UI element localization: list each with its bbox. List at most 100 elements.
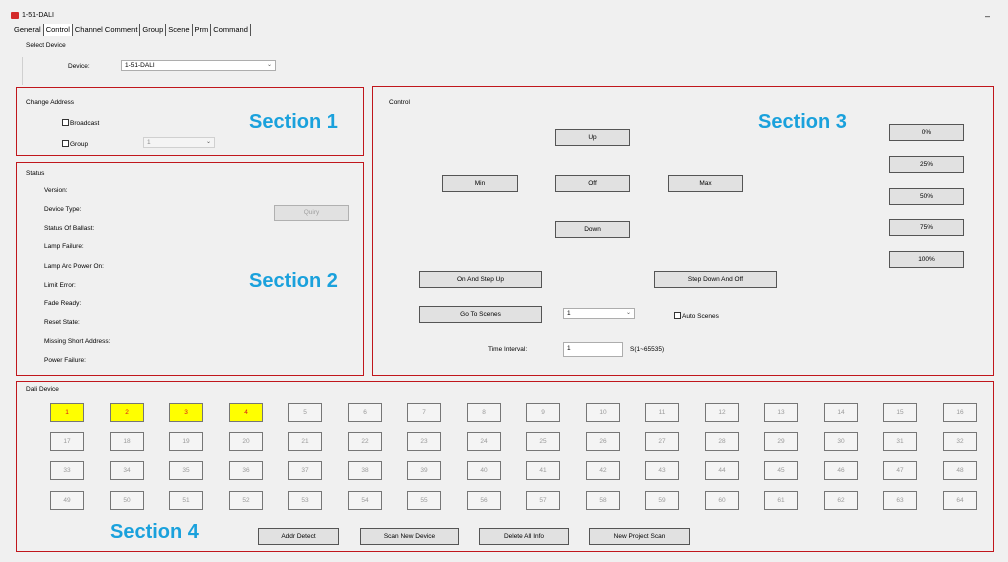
percent-50-button[interactable]: 50% — [889, 188, 964, 205]
tab-channel-comment[interactable]: Channel Comment — [73, 24, 141, 36]
dali-device-18[interactable]: 18 — [110, 432, 144, 451]
dali-device-58[interactable]: 58 — [586, 491, 620, 510]
addr-detect-button[interactable]: Addr Detect — [258, 528, 339, 545]
dali-device-13[interactable]: 13 — [764, 403, 798, 422]
dali-device-53[interactable]: 53 — [288, 491, 322, 510]
dali-device-4[interactable]: 4 — [229, 403, 263, 422]
dali-device-20[interactable]: 20 — [229, 432, 263, 451]
dali-device-28[interactable]: 28 — [705, 432, 739, 451]
dali-device-34[interactable]: 34 — [110, 461, 144, 480]
device-select[interactable]: 1-51-DALI ⌄ — [121, 60, 276, 71]
tab-prm[interactable]: Prm — [193, 24, 212, 36]
dali-device-21[interactable]: 21 — [288, 432, 322, 451]
dali-device-46[interactable]: 46 — [824, 461, 858, 480]
dali-device-39[interactable]: 39 — [407, 461, 441, 480]
scan-new-device-button[interactable]: Scan New Device — [360, 528, 459, 545]
dali-device-54[interactable]: 54 — [348, 491, 382, 510]
dali-device-29[interactable]: 29 — [764, 432, 798, 451]
percent-25-button[interactable]: 25% — [889, 156, 964, 173]
percent-75-button[interactable]: 75% — [889, 219, 964, 236]
dali-device-5[interactable]: 5 — [288, 403, 322, 422]
dali-device-63[interactable]: 63 — [883, 491, 917, 510]
tab-scene[interactable]: Scene — [166, 24, 193, 36]
dali-device-59[interactable]: 59 — [645, 491, 679, 510]
off-button[interactable]: Off — [555, 175, 630, 192]
dali-device-27[interactable]: 27 — [645, 432, 679, 451]
dali-device-11[interactable]: 11 — [645, 403, 679, 422]
dali-device-9[interactable]: 9 — [526, 403, 560, 422]
dali-device-30[interactable]: 30 — [824, 432, 858, 451]
new-project-scan-button[interactable]: New Project Scan — [589, 528, 690, 545]
dali-device-33[interactable]: 33 — [50, 461, 84, 480]
scene-select[interactable]: 1 ⌄ — [563, 308, 635, 319]
dali-device-15[interactable]: 15 — [883, 403, 917, 422]
dali-device-1[interactable]: 1 — [50, 403, 84, 422]
tab-group[interactable]: Group — [140, 24, 167, 36]
dali-device-31[interactable]: 31 — [883, 432, 917, 451]
dali-device-3[interactable]: 3 — [169, 403, 203, 422]
dali-device-14[interactable]: 14 — [824, 403, 858, 422]
dali-device-32[interactable]: 32 — [943, 432, 977, 451]
dali-device-42[interactable]: 42 — [586, 461, 620, 480]
dali-device-40[interactable]: 40 — [467, 461, 501, 480]
delete-all-info-button[interactable]: Delete All Info — [479, 528, 569, 545]
dali-device-7[interactable]: 7 — [407, 403, 441, 422]
dali-device-37[interactable]: 37 — [288, 461, 322, 480]
dali-device-10[interactable]: 10 — [586, 403, 620, 422]
dali-device-64[interactable]: 64 — [943, 491, 977, 510]
group-select[interactable]: 1 ⌄ — [143, 137, 215, 148]
dali-device-26[interactable]: 26 — [586, 432, 620, 451]
percent-0-button[interactable]: 0% — [889, 124, 964, 141]
tab-command[interactable]: Command — [211, 24, 251, 36]
time-interval-input[interactable]: 1 — [563, 342, 623, 357]
dali-device-56[interactable]: 56 — [467, 491, 501, 510]
dali-device-47[interactable]: 47 — [883, 461, 917, 480]
broadcast-checkbox[interactable]: Broadcast — [62, 119, 99, 127]
dali-device-55[interactable]: 55 — [407, 491, 441, 510]
go-to-scenes-button[interactable]: Go To Scenes — [419, 306, 542, 323]
tab-control[interactable]: Control — [43, 24, 73, 36]
dali-device-23[interactable]: 23 — [407, 432, 441, 451]
dali-device-16[interactable]: 16 — [943, 403, 977, 422]
dali-device-57[interactable]: 57 — [526, 491, 560, 510]
dali-device-61[interactable]: 61 — [764, 491, 798, 510]
max-button[interactable]: Max — [668, 175, 743, 192]
up-button[interactable]: Up — [555, 129, 630, 146]
on-and-step-up-button[interactable]: On And Step Up — [419, 271, 542, 288]
dali-device-35[interactable]: 35 — [169, 461, 203, 480]
dali-device-49[interactable]: 49 — [50, 491, 84, 510]
status-ballast: Status Of Ballast: — [44, 225, 95, 232]
dali-device-12[interactable]: 12 — [705, 403, 739, 422]
step-down-and-off-button[interactable]: Step Down And Off — [654, 271, 777, 288]
group-checkbox[interactable]: Group — [62, 140, 88, 148]
dali-device-52[interactable]: 52 — [229, 491, 263, 510]
dali-device-60[interactable]: 60 — [705, 491, 739, 510]
dali-device-50[interactable]: 50 — [110, 491, 144, 510]
percent-100-button[interactable]: 100% — [889, 251, 964, 268]
dali-device-24[interactable]: 24 — [467, 432, 501, 451]
dali-device-6[interactable]: 6 — [348, 403, 382, 422]
dali-device-2[interactable]: 2 — [110, 403, 144, 422]
dali-device-17[interactable]: 17 — [50, 432, 84, 451]
dali-device-19[interactable]: 19 — [169, 432, 203, 451]
dali-device-62[interactable]: 62 — [824, 491, 858, 510]
min-button[interactable]: Min — [442, 175, 518, 192]
status-limit-error: Limit Error: — [44, 282, 76, 289]
dali-device-36[interactable]: 36 — [229, 461, 263, 480]
dali-device-45[interactable]: 45 — [764, 461, 798, 480]
dali-device-44[interactable]: 44 — [705, 461, 739, 480]
query-button[interactable]: Quiry — [274, 205, 349, 221]
tab-general[interactable]: General — [12, 24, 44, 36]
dali-device-41[interactable]: 41 — [526, 461, 560, 480]
down-button[interactable]: Down — [555, 221, 630, 238]
dali-device-8[interactable]: 8 — [467, 403, 501, 422]
dali-device-43[interactable]: 43 — [645, 461, 679, 480]
section-3-label: Section 3 — [758, 111, 847, 133]
minimize-button[interactable]: – — [985, 11, 990, 21]
dali-device-25[interactable]: 25 — [526, 432, 560, 451]
dali-device-22[interactable]: 22 — [348, 432, 382, 451]
dali-device-48[interactable]: 48 — [943, 461, 977, 480]
dali-device-51[interactable]: 51 — [169, 491, 203, 510]
dali-device-38[interactable]: 38 — [348, 461, 382, 480]
auto-scenes-checkbox[interactable]: Auto Scenes — [674, 312, 719, 320]
